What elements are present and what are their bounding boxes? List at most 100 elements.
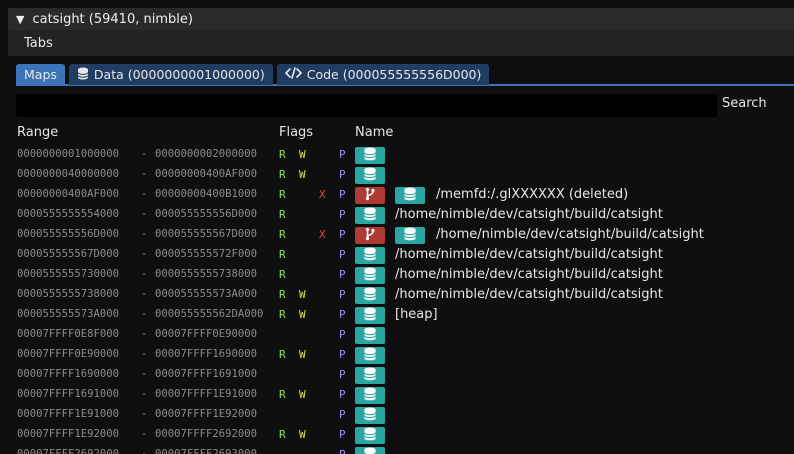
open-data-button[interactable] [355, 247, 385, 264]
window-title: catsight (59410, nimble) [32, 11, 193, 27]
range-end: 00007FFFF1E92000 [155, 408, 258, 420]
database-icon [363, 327, 377, 344]
range-separator: - [141, 408, 148, 420]
range-end: 000055555556D000 [155, 208, 258, 220]
range-separator: - [141, 288, 148, 300]
range-end: 00007FFFF1E91000 [155, 388, 258, 400]
open-data-button[interactable] [355, 327, 385, 344]
open-data-button[interactable] [355, 207, 385, 224]
table-row[interactable]: 0000555555730000 -0000555555738000 R P/home… [0, 265, 794, 285]
open-data-button[interactable] [355, 347, 385, 364]
tab-maps[interactable]: Maps [16, 64, 65, 85]
open-data-button[interactable] [395, 187, 425, 204]
range-separator: - [141, 148, 148, 160]
open-data-button[interactable] [355, 387, 385, 404]
region-name: /home/nimble/dev/catsight/build/catsight [395, 267, 663, 282]
table-row[interactable]: 00007FFFF1691000 -00007FFFF1E91000 R W P [0, 385, 794, 405]
flag-read: R [279, 228, 286, 241]
open-data-button[interactable] [395, 227, 425, 244]
range-start: 00007FFFF2692000 [17, 448, 120, 454]
table-row[interactable]: 0000555555738000 -000055555573A000 R W P/hom… [0, 285, 794, 305]
range-separator: - [141, 228, 148, 240]
range-start: 00007FFFF1E91000 [17, 408, 120, 420]
table-row[interactable]: 00007FFFF0E8F000 -00007FFFF0E90000 P [0, 325, 794, 345]
flag-read: R [279, 428, 286, 441]
range-start: 000055555567D000 [17, 248, 120, 260]
open-data-button[interactable] [355, 427, 385, 444]
open-data-button[interactable] [355, 267, 385, 284]
flag-private: P [339, 448, 346, 454]
range-start: 000055555556D000 [17, 228, 120, 240]
region-name: [heap] [395, 307, 438, 322]
range-start: 00007FFFF1E92000 [17, 428, 120, 440]
table-row[interactable]: 00000000400AF000 -00000000400B1000 R X P/mem… [0, 185, 794, 205]
database-icon [363, 287, 377, 304]
range-end: 000055555567D000 [155, 228, 258, 240]
range-end: 00007FFFF1691000 [155, 368, 258, 380]
table-row[interactable]: 00007FFFF1E92000 -00007FFFF2692000 R W P [0, 425, 794, 445]
range-separator: - [141, 328, 148, 340]
range-start: 00007FFFF0E90000 [17, 348, 120, 360]
range-end: 00007FFFF2692000 [155, 428, 258, 440]
database-icon [363, 387, 377, 404]
flag-read: R [279, 388, 286, 401]
open-data-button[interactable] [355, 407, 385, 424]
column-header-name: Name [355, 125, 394, 140]
region-name: /home/nimble/dev/catsight/build/catsight [436, 227, 704, 242]
open-code-button[interactable] [355, 187, 385, 204]
table-row[interactable]: 00007FFFF2692000 - 00007FFFF2693000 P [0, 445, 794, 454]
open-data-button[interactable] [355, 447, 385, 454]
range-end: 00007FFFF2693000 [155, 448, 258, 454]
menu-tabs[interactable]: Tabs [24, 36, 53, 51]
range-start: 0000555555738000 [17, 288, 120, 300]
flag-write: W [299, 428, 306, 441]
flag-write: W [299, 288, 306, 301]
range-end: 0000000002000000 [155, 148, 258, 160]
region-name: /memfd:/.glXXXXXX (deleted) [436, 187, 629, 202]
tab-code-label: Code (000055555556D000) [306, 67, 482, 82]
memory-map-table: 0000000001000000-0000000002000000 R W P 0000… [0, 145, 794, 454]
table-row[interactable]: 00007FFFF1690000 -00007FFFF1691000 P [0, 365, 794, 385]
flag-read: R [279, 308, 286, 321]
range-start: 0000555555554000 [17, 208, 120, 220]
database-icon [363, 207, 377, 224]
database-icon [363, 347, 377, 364]
tab-code[interactable]: Code (000055555556D000) [276, 64, 490, 85]
database-icon [363, 147, 377, 164]
database-icon [363, 267, 377, 284]
flag-private: P [339, 408, 346, 421]
flag-write: W [299, 308, 306, 321]
region-name: /home/nimble/dev/catsight/build/catsight [395, 247, 663, 262]
table-row[interactable]: 00007FFFF0E90000 -00007FFFF1690000 R W P [0, 345, 794, 365]
open-data-button[interactable] [355, 147, 385, 164]
open-data-button[interactable] [355, 167, 385, 184]
table-row[interactable]: 000055555556D000 -000055555567D000 R X P/hom… [0, 225, 794, 245]
branch-icon [364, 187, 376, 204]
flag-execute: X [319, 228, 326, 241]
database-icon [363, 407, 377, 424]
table-row[interactable]: 0000000001000000 -0000000002000000 R W P [0, 145, 794, 165]
range-start: 00007FFFF1690000 [17, 368, 120, 380]
search-button[interactable]: Search [722, 96, 767, 111]
search-input[interactable] [16, 94, 717, 117]
table-row[interactable]: 0000555555554000 -000055555556D000 R P/home… [0, 205, 794, 225]
collapse-triangle-icon[interactable]: ▼ [16, 13, 24, 26]
table-row[interactable]: 00007FFFF1E91000 -00007FFFF1E92000 P [0, 405, 794, 425]
window-titlebar[interactable]: ▼ catsight (59410, nimble) [8, 8, 794, 30]
tab-data[interactable]: Data (0000000001000000) [68, 64, 273, 85]
flag-private: P [339, 368, 346, 381]
open-code-button[interactable] [355, 227, 385, 244]
flag-private: P [339, 148, 346, 161]
table-row[interactable]: 000055555573A000 -000055555562DA000 R W P [he… [0, 305, 794, 325]
database-icon [363, 167, 377, 184]
column-header-flags: Flags [279, 125, 314, 140]
range-separator: - [141, 248, 148, 260]
table-row[interactable]: 000055555567D000 -000055555572F000 R P/home… [0, 245, 794, 265]
table-row[interactable]: 0000000040000000 -00000000400AF000 R W P [0, 165, 794, 185]
range-end: 00007FFFF1690000 [155, 348, 258, 360]
open-data-button[interactable] [355, 307, 385, 324]
open-data-button[interactable] [355, 367, 385, 384]
open-data-button[interactable] [355, 287, 385, 304]
range-separator: - [141, 388, 148, 400]
flag-private: P [339, 268, 346, 281]
